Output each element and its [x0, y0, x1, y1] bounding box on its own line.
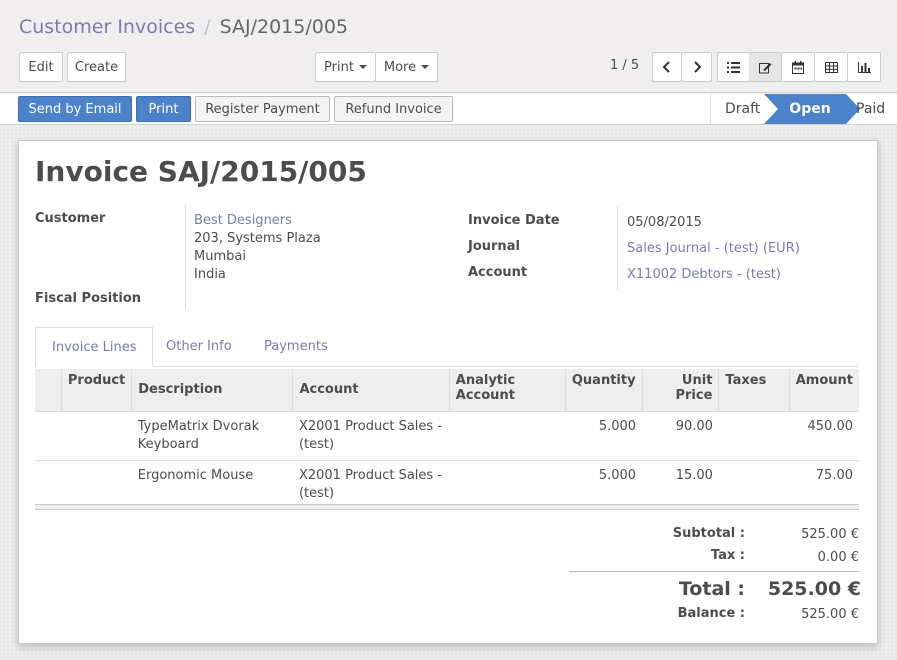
- chevron-right-icon: [693, 61, 701, 73]
- taxes-cell: [718, 410, 790, 460]
- description-cell: TypeMatrix Dvorak Keyboard: [131, 410, 293, 460]
- column-header[interactable]: Description: [131, 369, 293, 411]
- pivot-view-button[interactable]: [815, 52, 848, 82]
- pager-value[interactable]: 1 / 5: [610, 58, 639, 73]
- account-link[interactable]: X11002 Debtors - (test): [627, 267, 781, 282]
- form-view-button[interactable]: [749, 52, 782, 82]
- product-cell: [61, 459, 132, 509]
- account-cell: X2001 Product Sales - (test): [292, 459, 450, 509]
- graph-view-button[interactable]: [848, 52, 881, 82]
- unit-price-cell: 15.00: [642, 459, 719, 509]
- register-payment-button[interactable]: Register Payment: [195, 96, 330, 122]
- chevron-left-icon: [662, 61, 670, 73]
- stage-open-label: Open: [789, 101, 831, 117]
- tax-value: 0.00 €: [817, 550, 859, 565]
- print-dropdown[interactable]: Print: [315, 52, 376, 82]
- send-by-email-button[interactable]: Send by Email: [18, 96, 132, 122]
- total-value: 525.00 €: [767, 578, 861, 600]
- table-footer: [35, 504, 859, 510]
- calendar-icon: [792, 60, 804, 74]
- column-header[interactable]: Taxes: [718, 369, 790, 411]
- invoice-sheet: Invoice SAJ/2015/005 Customer Best Desig…: [18, 140, 878, 644]
- product-cell: [61, 410, 132, 460]
- customer-label: Customer: [35, 211, 106, 226]
- tab-invoice-lines[interactable]: Invoice Lines: [35, 327, 154, 367]
- stage-paid[interactable]: Paid: [846, 94, 897, 124]
- amount-cell: 450.00: [789, 410, 859, 460]
- pager-next-button[interactable]: [682, 52, 712, 82]
- column-header[interactable]: Product: [60, 369, 132, 411]
- edit-form-icon: [758, 62, 771, 73]
- account-cell: X2001 Product Sales - (test): [292, 410, 450, 460]
- breadcrumb-current: SAJ/2015/005: [219, 16, 349, 38]
- column-header[interactable]: Account: [292, 369, 450, 411]
- tax-label: Tax :: [710, 548, 745, 563]
- handle-column-header: [35, 369, 62, 411]
- table-row[interactable]: Ergonomic Mouse X2001 Product Sales - (t…: [35, 459, 859, 509]
- subtotal-label: Subtotal :: [672, 526, 745, 541]
- list-icon: [727, 61, 740, 73]
- total-label: Total :: [678, 578, 745, 600]
- invoice-date-value[interactable]: 05/08/2015: [627, 215, 702, 230]
- breadcrumb-parent-link[interactable]: Customer Invoices: [19, 16, 195, 38]
- breadcrumb: Customer Invoices / SAJ/2015/005: [19, 16, 348, 38]
- breadcrumb-separator: /: [204, 16, 211, 38]
- tab-payments[interactable]: Payments: [264, 327, 328, 367]
- handle-cell: [35, 459, 62, 509]
- invoice-title: Invoice SAJ/2015/005: [35, 155, 367, 188]
- calendar-view-button[interactable]: [782, 52, 815, 82]
- tab-other-info[interactable]: Other Info: [166, 327, 232, 367]
- fiscal-position-label: Fiscal Position: [35, 291, 142, 306]
- analytic-account-cell: [449, 410, 566, 460]
- balance-label: Balance :: [677, 606, 745, 621]
- invoice-date-label: Invoice Date: [468, 213, 560, 228]
- analytic-account-cell: [449, 459, 566, 509]
- edit-button[interactable]: Edit: [19, 52, 63, 82]
- more-dropdown[interactable]: More: [376, 52, 438, 82]
- address-line: 203, Systems Plaza: [194, 231, 321, 246]
- notebook-tabs: Invoice Lines Other Info Payments: [35, 327, 859, 367]
- column-header[interactable]: Amount: [788, 369, 859, 411]
- status-bar: Send by Email Print Register Payment Ref…: [0, 94, 897, 125]
- journal-link[interactable]: Sales Journal - (test) (EUR): [627, 241, 800, 256]
- pager-previous-button[interactable]: [652, 52, 682, 82]
- account-label: Account: [468, 265, 528, 280]
- table-icon: [824, 61, 838, 73]
- handle-cell: [35, 410, 62, 460]
- invoice-lines-table: Product Description Account Analytic Acc…: [35, 369, 859, 509]
- print-button[interactable]: Print: [136, 96, 191, 122]
- print-dropdown-label: Print: [324, 59, 354, 75]
- control-panel: Customer Invoices / SAJ/2015/005 Edit Crea…: [0, 0, 897, 93]
- list-view-button[interactable]: [717, 52, 750, 82]
- field-divider: [617, 207, 618, 289]
- column-header[interactable]: Unit Price: [641, 369, 719, 411]
- address-line: Mumbai: [194, 249, 246, 264]
- caret-down-icon: [421, 65, 430, 69]
- field-divider: [185, 205, 186, 309]
- more-dropdown-label: More: [383, 59, 417, 75]
- column-header[interactable]: Analytic Account: [448, 369, 566, 411]
- bar-chart-icon: [857, 61, 871, 73]
- journal-label: Journal: [468, 239, 520, 254]
- create-button[interactable]: Create: [67, 52, 126, 82]
- refund-invoice-button[interactable]: Refund Invoice: [334, 96, 453, 122]
- unit-price-cell: 90.00: [642, 410, 719, 460]
- column-header[interactable]: Quantity: [564, 369, 643, 411]
- caret-down-icon: [358, 65, 367, 69]
- subtotal-value: 525.00 €: [801, 527, 859, 542]
- description-cell: Ergonomic Mouse: [131, 459, 293, 509]
- stage-draft[interactable]: Draft: [710, 94, 770, 124]
- totals-divider: [569, 571, 859, 572]
- table-header-row: Product Description Account Analytic Acc…: [35, 369, 859, 411]
- quantity-cell: 5.000: [565, 410, 643, 460]
- quantity-cell: 5.000: [565, 459, 643, 509]
- amount-cell: 75.00: [789, 459, 859, 509]
- customer-name-link[interactable]: Best Designers: [194, 213, 292, 228]
- taxes-cell: [718, 459, 790, 509]
- stage-open[interactable]: Open: [764, 94, 860, 124]
- balance-value: 525.00 €: [801, 607, 859, 622]
- table-row[interactable]: TypeMatrix Dvorak Keyboard X2001 Product…: [35, 410, 859, 460]
- address-line: India: [194, 267, 226, 282]
